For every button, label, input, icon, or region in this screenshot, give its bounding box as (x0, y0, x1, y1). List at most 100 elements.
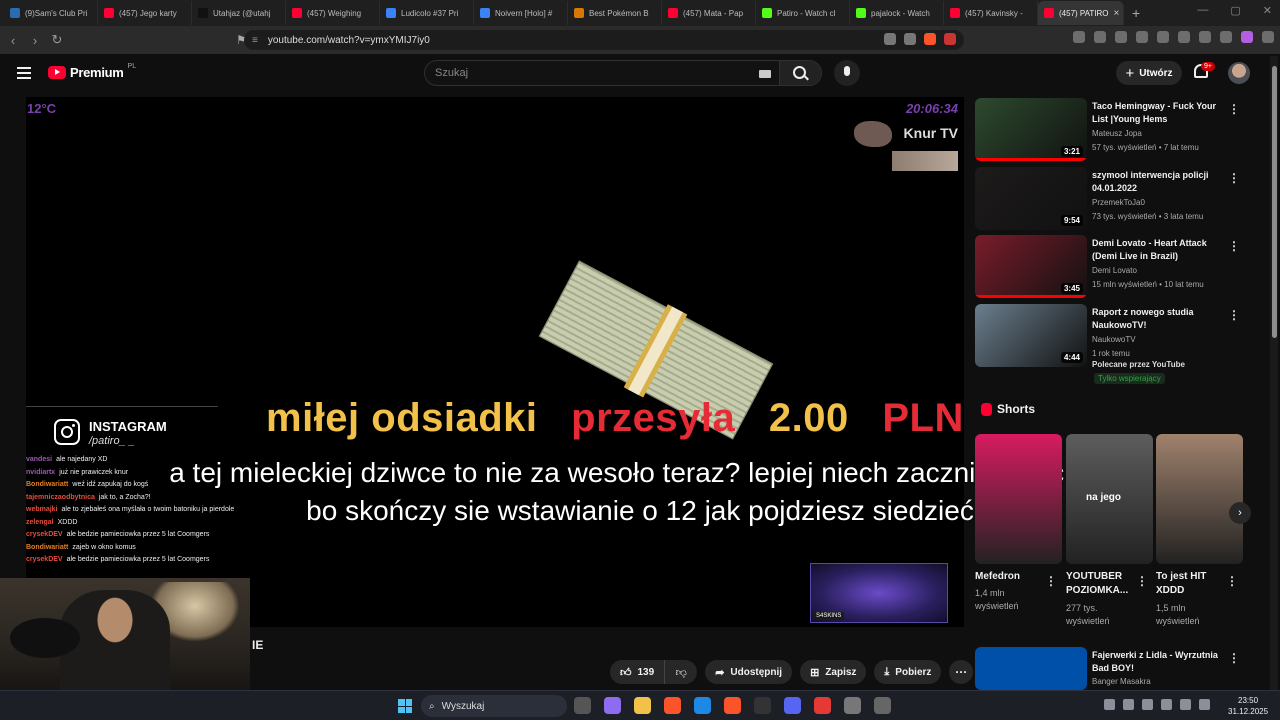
file-explorer-icon[interactable] (634, 697, 651, 714)
avatar[interactable] (1228, 62, 1250, 84)
close-tab-icon[interactable]: × (1114, 8, 1120, 19)
task-view-icon[interactable] (574, 697, 591, 714)
profile-icon[interactable] (1241, 31, 1253, 43)
more-options-icon[interactable]: ⋮ (1228, 651, 1240, 665)
video-title[interactable]: Fajerwerki z Lidla - Wyrzutnia Bad BOY! (1092, 649, 1224, 675)
forward-icon[interactable]: › (26, 33, 44, 48)
sidebar-icon[interactable] (1157, 31, 1169, 43)
new-tab-button[interactable]: + (1132, 5, 1140, 21)
voice-search-icon[interactable] (834, 60, 860, 86)
browser-tab[interactable]: (9)Sam's Club Pri (4, 1, 98, 25)
video-thumbnail[interactable]: 3:21 (975, 98, 1087, 161)
extension-icon[interactable] (1115, 31, 1127, 43)
discord-icon[interactable] (784, 697, 801, 714)
create-button[interactable]: + Utwórz (1116, 61, 1182, 85)
keyboard-icon[interactable] (759, 70, 771, 78)
video-title[interactable]: Raport z nowego studia NaukowoTV! (1092, 306, 1224, 332)
browser-tab[interactable]: pajalock - Watch (850, 1, 944, 25)
vivaldi-icon[interactable] (814, 697, 831, 714)
url-field[interactable]: ≡ youtube.com/watch?v=ymxYMIJ7iy0 (244, 30, 964, 50)
video-channel[interactable]: NaukowoTV (1092, 333, 1232, 346)
back-icon[interactable]: ‹ (4, 33, 22, 48)
scrollbar-thumb[interactable] (1272, 66, 1277, 338)
browser-tab[interactable]: (457) Kavinsky - (944, 1, 1038, 25)
browser-tab[interactable]: Noivern [Holo] # (474, 1, 568, 25)
volume-icon[interactable] (1199, 699, 1210, 710)
share-button[interactable]: ➦ Udostępnij (705, 660, 793, 684)
cast-icon[interactable] (884, 33, 896, 45)
browser-tab[interactable]: (457) Mata - Pap (662, 1, 756, 25)
short-title[interactable]: Mefedron (975, 570, 1037, 584)
browser-tab[interactable]: Ludicolo #37 Pri (380, 1, 474, 25)
menu-icon[interactable] (17, 67, 31, 79)
more-options-icon[interactable]: ⋮ (1226, 574, 1238, 588)
search-button[interactable] (779, 61, 821, 85)
short-title[interactable]: YOUTUBER POZIOMKA... (1066, 570, 1128, 598)
video-channel[interactable]: PrzemekToJa0 (1092, 196, 1232, 209)
tray-mic-icon[interactable] (1161, 699, 1172, 710)
more-options-icon[interactable]: ⋮ (1228, 102, 1240, 116)
video-title[interactable]: Taco Hemingway - Fuck Your List |Young H… (1092, 100, 1224, 126)
short-thumbnail[interactable]: na jego (1066, 434, 1153, 564)
download-button[interactable]: ⤓ Pobierz (874, 660, 942, 684)
reload-icon[interactable]: ↻ (48, 32, 66, 48)
shorts-next-button[interactable]: › (1229, 502, 1251, 524)
more-options-icon[interactable]: ⋮ (1136, 574, 1148, 588)
puzzle-icon[interactable] (1094, 31, 1106, 43)
tab-active[interactable]: (457) PATIRO × (1038, 1, 1124, 25)
video-title[interactable]: szymool interwencja policji 04.01.2022 (1092, 169, 1224, 195)
close-window-icon[interactable]: ✕ (1263, 4, 1272, 17)
leo-icon[interactable] (1199, 31, 1211, 43)
search-box[interactable]: Szukaj (424, 60, 822, 86)
youtube-logo[interactable]: Premium PL (48, 63, 136, 80)
browser-tab[interactable]: Best Pokémon B (568, 1, 662, 25)
obs-icon[interactable] (754, 697, 771, 714)
video-channel[interactable]: Banger Masakra (1092, 675, 1232, 688)
network-icon[interactable] (1180, 699, 1191, 710)
save-button[interactable]: ⊞ Zapisz (800, 660, 867, 684)
taskbar-clock[interactable]: 23:50 31.12.2025 (1228, 695, 1268, 717)
vpn-icon[interactable] (1220, 31, 1232, 43)
taskbar-search[interactable]: ⌕ Wyszukaj (421, 695, 567, 717)
tray-chevron-icon[interactable] (1104, 699, 1115, 710)
brave-shield-icon[interactable] (924, 33, 936, 45)
browser-tab[interactable]: (457) Jego karty (98, 1, 192, 25)
video-thumbnail[interactable] (975, 647, 1087, 690)
recommended-video[interactable]: 9:54 szymool interwencja policji 04.01.20… (975, 167, 1250, 231)
browser-tab[interactable]: Utahjaz (@utahj (192, 1, 286, 25)
site-info-icon[interactable]: ≡ (252, 35, 258, 46)
extension-icon[interactable] (1073, 31, 1085, 43)
short-thumbnail[interactable] (1156, 434, 1243, 564)
more-options-icon[interactable]: ⋮ (1228, 308, 1240, 322)
minimize-icon[interactable]: — (1197, 4, 1208, 17)
more-actions-button[interactable]: ··· (949, 660, 974, 684)
media-icon[interactable] (1136, 31, 1148, 43)
brave-icon[interactable] (664, 697, 681, 714)
dislike-button[interactable]: 👎︎ (665, 660, 697, 684)
copilot-icon[interactable] (604, 697, 621, 714)
windows-start-icon[interactable] (398, 699, 412, 713)
brave-rewards-icon[interactable] (944, 33, 956, 45)
browser-tab[interactable]: (457) Weighing (286, 1, 380, 25)
more-options-icon[interactable]: ⋮ (1228, 171, 1240, 185)
settings-icon[interactable] (874, 697, 891, 714)
short-thumbnail[interactable] (975, 434, 1062, 564)
maximize-icon[interactable]: ▢ (1230, 4, 1240, 17)
video-channel[interactable]: Mateusz Jopa (1092, 127, 1232, 140)
video-thumbnail[interactable]: 4:44 (975, 304, 1087, 367)
more-options-icon[interactable]: ⋮ (1228, 239, 1240, 253)
brave-active-icon[interactable] (724, 697, 741, 714)
scrollbar[interactable] (1270, 56, 1278, 692)
recommended-video[interactable]: 3:45 Demi Lovato - Heart Attack (Demi Liv… (975, 235, 1250, 299)
share-icon[interactable] (904, 33, 916, 45)
store-icon[interactable] (694, 697, 711, 714)
video-thumbnail[interactable]: 9:54 (975, 167, 1087, 230)
menu-icon[interactable] (1262, 31, 1274, 43)
tray-app-icon[interactable] (1142, 699, 1153, 710)
video-title[interactable]: Demi Lovato - Heart Attack (Demi Live in… (1092, 237, 1224, 263)
recommended-video[interactable]: 4:44 Raport z nowego studia NaukowoTV! Nau… (975, 304, 1250, 384)
video-channel[interactable]: Demi Lovato (1092, 264, 1232, 277)
wallet-icon[interactable] (1178, 31, 1190, 43)
like-button[interactable]: 👍︎ 139 (610, 660, 666, 684)
recommended-video[interactable]: 3:21 Taco Hemingway - Fuck Your List |You… (975, 98, 1250, 162)
